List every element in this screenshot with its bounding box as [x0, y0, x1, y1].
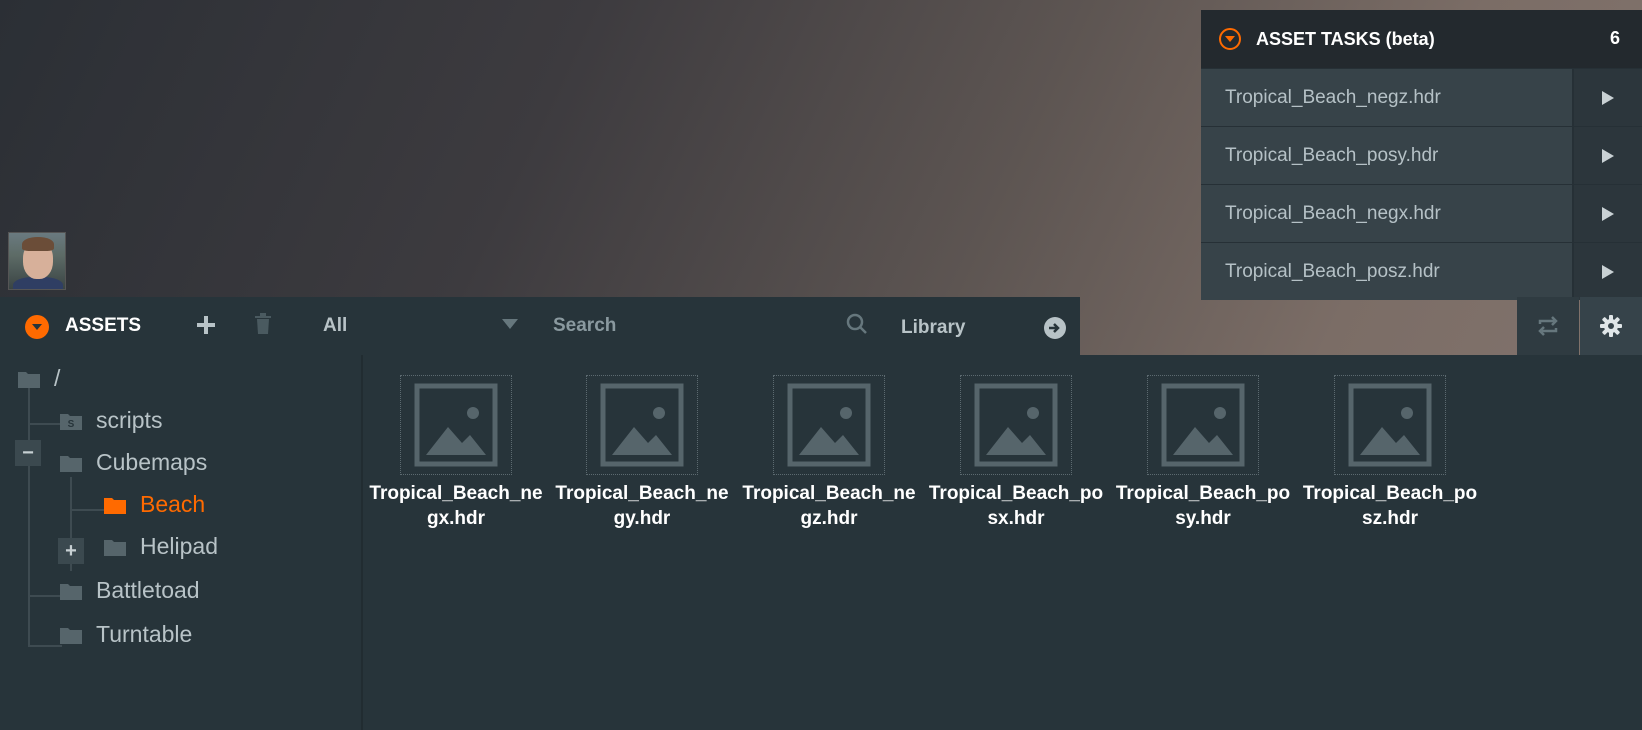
folder-icon: [60, 627, 82, 644]
folder-icon: [104, 539, 126, 556]
task-row[interactable]: Tropical_Beach_negz.hdr: [1201, 68, 1642, 126]
library-button[interactable]: Library: [901, 317, 965, 339]
asset-thumbnail: [960, 375, 1072, 475]
settings-button[interactable]: [1580, 297, 1642, 355]
task-row[interactable]: Tropical_Beach_posy.hdr: [1201, 126, 1642, 184]
plus-icon: [197, 316, 215, 334]
asset-card[interactable]: Tropical_Beach_posz.hdr: [1300, 375, 1480, 531]
play-icon: [1602, 264, 1614, 279]
collapse-cubemaps-button[interactable]: −: [15, 440, 41, 466]
tree-item-label: Cubemaps: [96, 449, 208, 475]
task-name: Tropical_Beach_posy.hdr: [1201, 127, 1572, 184]
tree-connector: [28, 645, 62, 647]
folder-icon: [60, 583, 82, 600]
tree-item-label: Beach: [140, 491, 206, 517]
asset-card[interactable]: Tropical_Beach_negx.hdr: [366, 375, 546, 531]
play-icon: [1602, 206, 1614, 221]
avatar-hair: [22, 237, 54, 251]
tree-item-beach[interactable]: Beach: [104, 491, 205, 518]
image-icon: [787, 383, 871, 467]
asset-thumbnail: [1334, 375, 1446, 475]
assets-title: ASSETS: [65, 315, 142, 336]
task-row[interactable]: Tropical_Beach_posz.hdr: [1201, 242, 1642, 300]
chevron-down-icon[interactable]: [502, 319, 518, 329]
asset-grid: Tropical_Beach_negx.hdr Tropical_Beach_n…: [363, 355, 1642, 730]
asset-tasks-title: ASSET TASKS (beta): [1256, 28, 1435, 49]
asset-type-filter[interactable]: All: [323, 315, 347, 337]
tree-connector: [28, 595, 62, 597]
asset-thumbnail: [773, 375, 885, 475]
tree-connector: [28, 379, 30, 647]
asset-name: Tropical_Beach_posz.hdr: [1302, 483, 1478, 529]
tree-item-label: /: [54, 365, 61, 391]
task-name: Tropical_Beach_negx.hdr: [1201, 185, 1572, 242]
task-play-button[interactable]: [1572, 185, 1642, 242]
play-icon: [1602, 90, 1614, 105]
collapse-icon[interactable]: [25, 315, 49, 339]
tree-item-cubemaps[interactable]: Cubemaps: [60, 449, 207, 476]
asset-name: Tropical_Beach_negy.hdr: [555, 483, 729, 529]
tree-item-helipad[interactable]: Helipad: [104, 533, 218, 560]
image-icon: [974, 383, 1058, 467]
asset-name: Tropical_Beach_posx.hdr: [928, 483, 1104, 529]
sync-button[interactable]: [1517, 297, 1579, 355]
image-icon: [1348, 383, 1432, 467]
asset-thumbnail: [1147, 375, 1259, 475]
tree-item-label: Battletoad: [96, 577, 200, 603]
task-play-button[interactable]: [1572, 127, 1642, 184]
tree-item-turntable[interactable]: Turntable: [60, 621, 192, 648]
tree-item-battletoad[interactable]: Battletoad: [60, 577, 200, 604]
asset-card[interactable]: Tropical_Beach_posy.hdr: [1113, 375, 1293, 531]
image-icon: [1161, 383, 1245, 467]
asset-name: Tropical_Beach_negx.hdr: [369, 483, 543, 529]
gear-icon: [1600, 315, 1622, 337]
add-asset-button[interactable]: [196, 314, 216, 338]
image-icon: [600, 383, 684, 467]
asset-thumbnail: [586, 375, 698, 475]
asset-tasks-header[interactable]: ASSET TASKS (beta) 6: [1201, 10, 1642, 68]
tree-item-root[interactable]: /: [18, 365, 60, 392]
search-input[interactable]: [545, 309, 875, 343]
tree-item-label: Turntable: [96, 621, 193, 647]
tree-item-scripts[interactable]: S scripts: [60, 407, 162, 434]
tree-connector: [28, 423, 62, 425]
user-avatar[interactable]: [8, 232, 66, 290]
trash-icon: [255, 313, 271, 334]
assets-toolbar: ASSETS All Library: [0, 297, 1080, 355]
task-name: Tropical_Beach_posz.hdr: [1201, 243, 1572, 300]
collapse-icon[interactable]: [1219, 28, 1241, 50]
asset-tasks-count: 6: [1609, 28, 1620, 48]
asset-card[interactable]: Tropical_Beach_posx.hdr: [926, 375, 1106, 531]
tree-item-label: scripts: [96, 407, 163, 433]
asset-name: Tropical_Beach_negz.hdr: [742, 483, 916, 529]
task-name: Tropical_Beach_negz.hdr: [1201, 69, 1572, 126]
asset-thumbnail: [400, 375, 512, 475]
task-play-button[interactable]: [1572, 69, 1642, 126]
svg-text:S: S: [68, 419, 75, 430]
play-icon: [1602, 148, 1614, 163]
sync-icon: [1538, 316, 1558, 336]
asset-card[interactable]: Tropical_Beach_negz.hdr: [739, 375, 919, 531]
folder-tree: / S scripts − Cubemaps Beach + Helipad B…: [0, 355, 363, 730]
asset-name: Tropical_Beach_posy.hdr: [1115, 483, 1291, 529]
asset-card[interactable]: Tropical_Beach_negy.hdr: [552, 375, 732, 531]
expand-helipad-button[interactable]: +: [58, 538, 84, 564]
image-icon: [414, 383, 498, 467]
task-play-button[interactable]: [1572, 243, 1642, 300]
arrow-right-icon[interactable]: [1044, 317, 1066, 339]
folder-icon: [18, 371, 40, 388]
asset-tasks-panel: ASSET TASKS (beta) 6 Tropical_Beach_negz…: [1201, 10, 1642, 300]
tree-connector: [70, 509, 104, 511]
search-icon[interactable]: [846, 313, 868, 340]
task-row[interactable]: Tropical_Beach_negx.hdr: [1201, 184, 1642, 242]
folder-icon: [60, 455, 82, 472]
script-folder-icon: S: [60, 413, 82, 430]
folder-icon: [104, 497, 126, 514]
delete-asset-button[interactable]: [254, 313, 272, 340]
tree-item-label: Helipad: [140, 533, 218, 559]
